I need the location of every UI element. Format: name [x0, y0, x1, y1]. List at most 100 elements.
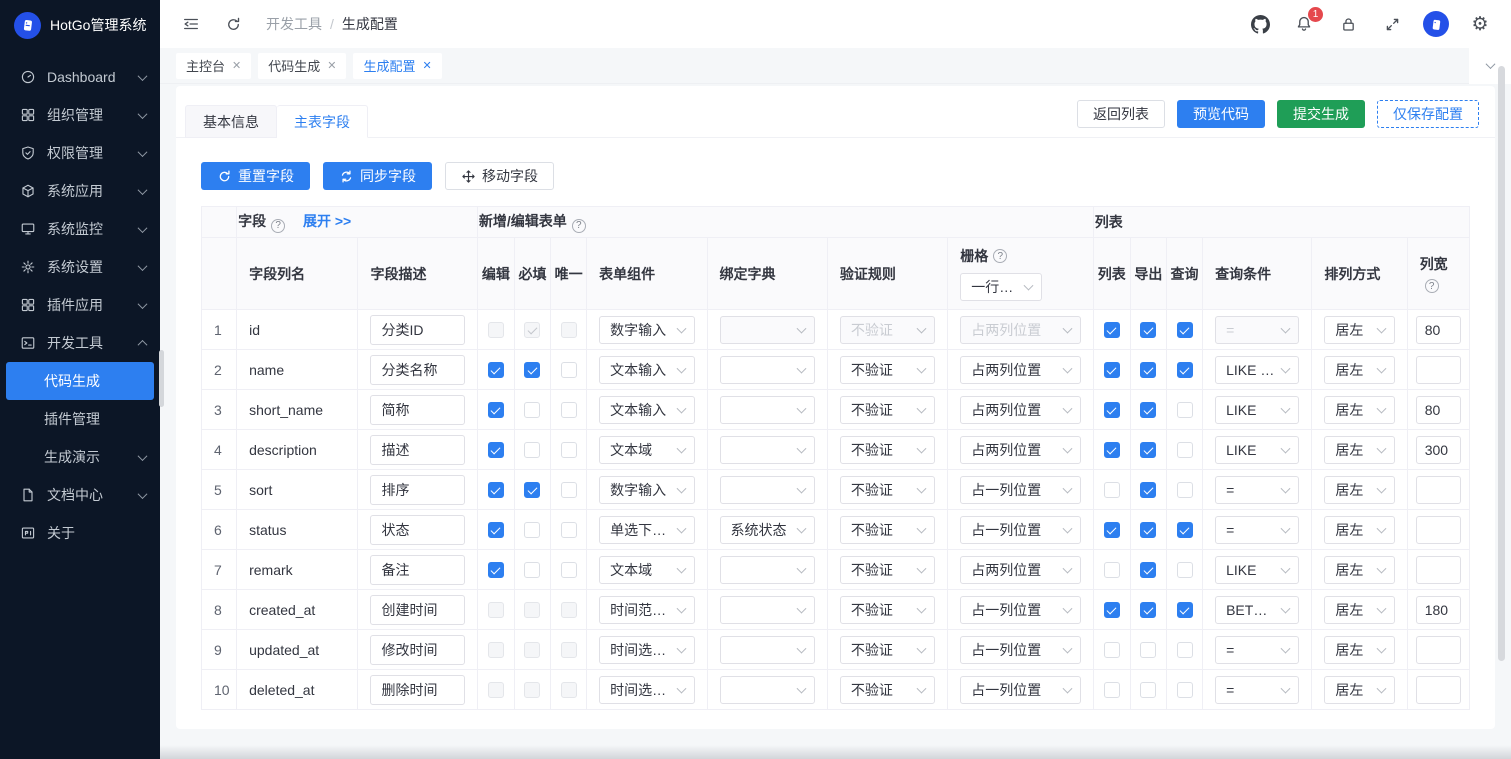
edit-checkbox[interactable] [487, 522, 504, 539]
sidebar-item-组织管理[interactable]: 组织管理 [0, 96, 160, 134]
field-desc-input[interactable] [370, 354, 465, 385]
condition-select[interactable]: = [1215, 635, 1300, 664]
component-select[interactable]: 单选下拉框 [599, 515, 695, 544]
export-checkbox[interactable] [1140, 562, 1157, 579]
required-checkbox[interactable] [524, 482, 541, 499]
field-desc-input[interactable] [370, 634, 465, 665]
query-checkbox[interactable] [1176, 562, 1193, 579]
grid-select[interactable]: 占两列位置 [960, 555, 1081, 584]
align-select[interactable]: 居左 [1324, 595, 1395, 624]
save-config-button[interactable]: 仅保存配置 [1377, 100, 1479, 128]
list-checkbox[interactable] [1103, 682, 1120, 699]
user-avatar[interactable] [1423, 11, 1449, 37]
rule-select[interactable]: 不验证 [839, 475, 936, 504]
settings-gear-icon[interactable]: ⚙ [1467, 11, 1493, 37]
component-select[interactable]: 数字输入 [599, 315, 695, 344]
unique-checkbox[interactable] [560, 362, 577, 379]
dict-select[interactable] [719, 395, 815, 424]
fullscreen-icon[interactable] [1379, 11, 1405, 37]
field-desc-input[interactable] [370, 474, 465, 505]
width-input[interactable] [1415, 675, 1461, 704]
list-checkbox[interactable] [1103, 442, 1120, 459]
export-checkbox[interactable] [1140, 482, 1157, 499]
list-checkbox[interactable] [1103, 322, 1120, 339]
condition-select[interactable]: LIKE [1215, 435, 1300, 464]
field-desc-input[interactable] [370, 674, 465, 705]
help-icon[interactable]: ? [271, 218, 286, 233]
query-checkbox[interactable] [1176, 642, 1193, 659]
help-icon[interactable]: ? [571, 218, 586, 233]
query-checkbox[interactable] [1176, 522, 1193, 539]
close-icon[interactable]: ✕ [327, 59, 336, 72]
grid-select[interactable]: 占一列位置 [960, 475, 1081, 504]
required-checkbox[interactable] [524, 362, 541, 379]
width-input[interactable] [1415, 395, 1461, 424]
grid-layout-select[interactable]: 一行两列 [960, 273, 1043, 301]
github-icon[interactable] [1247, 11, 1273, 37]
field-action-同步字段[interactable]: 同步字段 [323, 162, 432, 190]
component-select[interactable]: 时间选择(Y-... [599, 635, 695, 664]
condition-select[interactable]: BETWEEN [1215, 595, 1300, 624]
component-select[interactable]: 文本输入 [599, 395, 695, 424]
export-checkbox[interactable] [1140, 602, 1157, 619]
align-select[interactable]: 居左 [1324, 315, 1395, 344]
align-select[interactable]: 居左 [1324, 355, 1395, 384]
component-select[interactable]: 文本域 [599, 435, 695, 464]
width-input[interactable] [1415, 435, 1461, 464]
query-checkbox[interactable] [1176, 362, 1193, 379]
condition-select[interactable]: LIKE [1215, 555, 1300, 584]
query-checkbox[interactable] [1176, 442, 1193, 459]
help-icon[interactable]: ? [1424, 279, 1439, 294]
dict-select[interactable] [719, 635, 815, 664]
field-desc-input[interactable] [370, 594, 465, 625]
dict-select[interactable] [719, 355, 815, 384]
field-desc-input[interactable] [370, 394, 465, 425]
condition-select[interactable]: = [1215, 475, 1300, 504]
grid-select[interactable]: 占一列位置 [960, 635, 1081, 664]
grid-select[interactable]: 占一列位置 [960, 595, 1081, 624]
rule-select[interactable]: 不验证 [839, 355, 936, 384]
field-action-移动字段[interactable]: 移动字段 [445, 162, 554, 190]
close-icon[interactable]: ✕ [422, 59, 431, 72]
query-checkbox[interactable] [1176, 602, 1193, 619]
grid-select[interactable]: 占两列位置 [960, 355, 1081, 384]
logo-row[interactable]: HotGo管理系统 [0, 0, 160, 50]
sidebar-item-插件应用[interactable]: 插件应用 [0, 286, 160, 324]
align-select[interactable]: 居左 [1324, 515, 1395, 544]
list-checkbox[interactable] [1103, 362, 1120, 379]
field-desc-input[interactable] [370, 514, 465, 545]
unique-checkbox[interactable] [560, 442, 577, 459]
grid-select[interactable]: 占一列位置 [960, 675, 1081, 704]
condition-select[interactable]: LIKE [1215, 395, 1300, 424]
lock-screen-icon[interactable] [1335, 11, 1361, 37]
rule-select[interactable]: 不验证 [839, 595, 936, 624]
dict-select[interactable]: 系统状态 [719, 515, 815, 544]
condition-select[interactable]: = [1215, 515, 1300, 544]
query-checkbox[interactable] [1176, 322, 1193, 339]
list-checkbox[interactable] [1103, 482, 1120, 499]
sidebar-item-权限管理[interactable]: 权限管理 [0, 134, 160, 172]
sidebar-item-生成演示[interactable]: 生成演示 [0, 438, 160, 476]
component-select[interactable]: 时间选择(Y-... [599, 675, 695, 704]
width-input[interactable] [1415, 635, 1461, 664]
close-icon[interactable]: ✕ [232, 59, 241, 72]
help-icon[interactable]: ? [993, 249, 1008, 263]
unique-checkbox[interactable] [560, 482, 577, 499]
width-input[interactable] [1415, 515, 1461, 544]
list-checkbox[interactable] [1103, 402, 1120, 419]
sidebar-item-插件管理[interactable]: 插件管理 [0, 400, 160, 438]
required-checkbox[interactable] [524, 442, 541, 459]
unique-checkbox[interactable] [560, 402, 577, 419]
field-desc-input[interactable] [370, 434, 465, 465]
edit-checkbox[interactable] [487, 482, 504, 499]
preview-code-button[interactable]: 预览代码 [1177, 100, 1265, 128]
query-checkbox[interactable] [1176, 482, 1193, 499]
align-select[interactable]: 居左 [1324, 635, 1395, 664]
edit-checkbox[interactable] [487, 442, 504, 459]
card-tab-主表字段[interactable]: 主表字段 [277, 105, 368, 138]
grid-select[interactable]: 占一列位置 [960, 515, 1081, 544]
export-checkbox[interactable] [1140, 362, 1157, 379]
collapse-sidebar-icon[interactable] [178, 11, 204, 37]
align-select[interactable]: 居左 [1324, 435, 1395, 464]
sidebar-item-系统应用[interactable]: 系统应用 [0, 172, 160, 210]
